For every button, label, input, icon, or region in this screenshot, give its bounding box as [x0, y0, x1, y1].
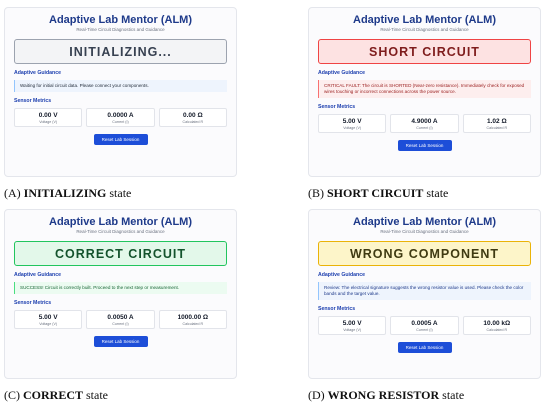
panel-initializing: Adaptive Lab Mentor (ALM) Real-Time Circ…	[4, 7, 274, 203]
current-value: 0.0005 A	[411, 320, 438, 327]
reset-session-button[interactable]: Reset Lab Session	[397, 140, 452, 151]
caption-prefix: (B)	[308, 186, 327, 200]
panel-wrong-resistor: Adaptive Lab Mentor (ALM) Real-Time Circ…	[308, 209, 550, 405]
current-label: Current (I)	[416, 126, 433, 130]
current-value: 0.0000 A	[107, 112, 134, 119]
metrics-heading: Sensor Metrics	[318, 104, 356, 110]
resistance-card: 0.00 Ω Calculated R	[158, 108, 227, 127]
figure-caption: (A) INITIALIZING state	[4, 186, 131, 201]
panel-short-circuit: Adaptive Lab Mentor (ALM) Real-Time Circ…	[308, 7, 550, 203]
resistance-label: Calculated R	[486, 328, 508, 332]
caption-prefix: (A)	[4, 186, 24, 200]
reset-session-button[interactable]: Reset Lab Session	[93, 336, 148, 347]
caption-suffix: state	[423, 186, 449, 200]
metrics-row: 0.00 V Voltage (V) 0.0000 A Current (I) …	[14, 108, 227, 127]
resistance-value: 10.00 kΩ	[483, 320, 511, 327]
resistance-card: 1.02 Ω Calculated R	[462, 114, 531, 133]
status-banner: INITIALIZING...	[14, 39, 227, 64]
resistance-card: 1000.00 Ω Calculated R	[158, 310, 227, 329]
voltage-card: 5.00 V Voltage (V)	[14, 310, 83, 329]
voltage-value: 5.00 V	[342, 118, 362, 125]
caption-state: INITIALIZING	[23, 186, 107, 200]
status-banner: WRONG COMPONENT	[318, 241, 531, 266]
current-card: 0.0000 A Current (I)	[86, 108, 155, 127]
app-title: Adaptive Lab Mentor (ALM)	[49, 14, 192, 26]
resistance-label: Calculated R	[486, 126, 508, 130]
metrics-row: 5.00 V Voltage (V) 4.9000 A Current (I) …	[318, 114, 531, 133]
app-title: Adaptive Lab Mentor (ALM)	[49, 216, 192, 228]
metrics-row: 5.00 V Voltage (V) 0.0005 A Current (I) …	[318, 316, 531, 335]
guidance-message: Review: The electrical signature suggest…	[318, 282, 531, 300]
app-subtitle: Real-Time Circuit Diagnostics and Guidan…	[380, 229, 469, 234]
guidance-heading: Adaptive Guidance	[14, 70, 61, 76]
status-banner: CORRECT CIRCUIT	[14, 241, 227, 266]
app-subtitle: Real-Time Circuit Diagnostics and Guidan…	[76, 229, 165, 234]
current-label: Current (I)	[112, 120, 129, 124]
app-subtitle: Real-Time Circuit Diagnostics and Guidan…	[380, 27, 469, 32]
figure-caption: (B) SHORT CIRCUIT state	[308, 186, 448, 201]
metrics-row: 5.00 V Voltage (V) 0.0050 A Current (I) …	[14, 310, 227, 329]
voltage-card: 0.00 V Voltage (V)	[14, 108, 83, 127]
current-value: 4.9000 A	[411, 118, 438, 125]
metrics-heading: Sensor Metrics	[14, 300, 52, 306]
guidance-heading: Adaptive Guidance	[14, 272, 61, 278]
current-card: 0.0050 A Current (I)	[86, 310, 155, 329]
reset-session-button[interactable]: Reset Lab Session	[93, 134, 148, 145]
resistance-label: Calculated R	[182, 120, 204, 124]
voltage-value: 0.00 V	[38, 112, 58, 119]
figure-caption: (D) WRONG RESISTOR state	[308, 388, 464, 403]
resistance-value: 0.00 Ω	[182, 112, 203, 119]
current-value: 0.0050 A	[107, 314, 134, 321]
app-window: Adaptive Lab Mentor (ALM) Real-Time Circ…	[308, 7, 541, 177]
status-banner: SHORT CIRCUIT	[318, 39, 531, 64]
guidance-heading: Adaptive Guidance	[318, 272, 365, 278]
caption-state: SHORT CIRCUIT	[327, 186, 424, 200]
metrics-heading: Sensor Metrics	[318, 306, 356, 312]
resistance-card: 10.00 kΩ Calculated R	[462, 316, 531, 335]
current-label: Current (I)	[416, 328, 433, 332]
app-title: Adaptive Lab Mentor (ALM)	[353, 216, 496, 228]
voltage-label: Voltage (V)	[39, 120, 58, 124]
reset-session-button[interactable]: Reset Lab Session	[397, 342, 452, 353]
voltage-value: 5.00 V	[342, 320, 362, 327]
voltage-label: Voltage (V)	[39, 322, 58, 326]
app-window: Adaptive Lab Mentor (ALM) Real-Time Circ…	[4, 7, 237, 177]
app-window: Adaptive Lab Mentor (ALM) Real-Time Circ…	[4, 209, 237, 379]
current-card: 4.9000 A Current (I)	[390, 114, 459, 133]
guidance-message: Waiting for initial circuit data. Please…	[14, 80, 227, 92]
app-window: Adaptive Lab Mentor (ALM) Real-Time Circ…	[308, 209, 541, 379]
metrics-heading: Sensor Metrics	[14, 98, 52, 104]
resistance-label: Calculated R	[182, 322, 204, 326]
voltage-label: Voltage (V)	[343, 328, 362, 332]
voltage-value: 5.00 V	[38, 314, 58, 321]
current-card: 0.0005 A Current (I)	[390, 316, 459, 335]
figure-caption: (C) CORRECT state	[4, 388, 108, 403]
guidance-heading: Adaptive Guidance	[318, 70, 365, 76]
guidance-message: CRITICAL FAULT: The circuit is SHORTED (…	[318, 80, 531, 98]
resistance-value: 1.02 Ω	[486, 118, 507, 125]
app-title: Adaptive Lab Mentor (ALM)	[353, 14, 496, 26]
current-label: Current (I)	[112, 322, 129, 326]
caption-suffix: state	[106, 186, 132, 200]
panel-correct: Adaptive Lab Mentor (ALM) Real-Time Circ…	[4, 209, 274, 405]
voltage-card: 5.00 V Voltage (V)	[318, 114, 387, 133]
app-subtitle: Real-Time Circuit Diagnostics and Guidan…	[76, 27, 165, 32]
voltage-card: 5.00 V Voltage (V)	[318, 316, 387, 335]
voltage-label: Voltage (V)	[343, 126, 362, 130]
resistance-value: 1000.00 Ω	[177, 314, 209, 321]
guidance-message: SUCCESS! Circuit is correctly built. Pro…	[14, 282, 227, 294]
